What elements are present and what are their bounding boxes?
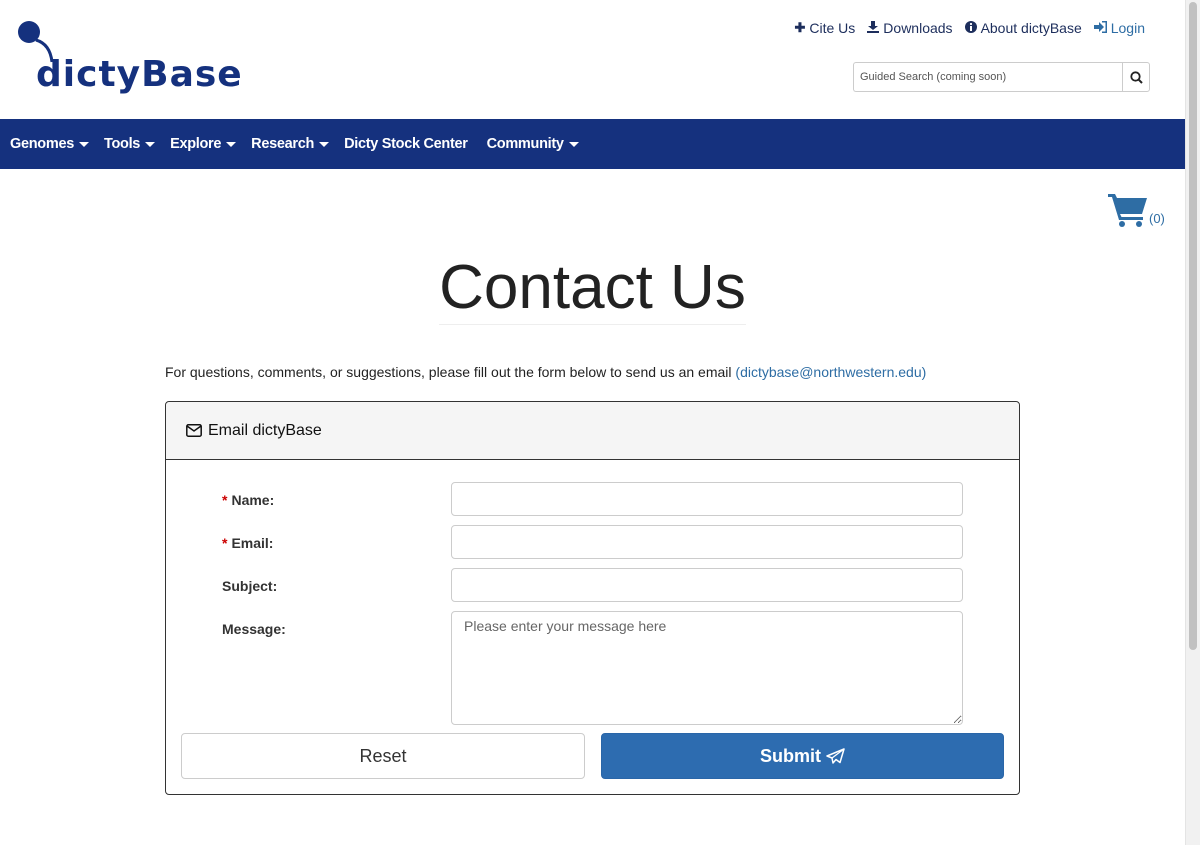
caret-down-icon bbox=[226, 141, 237, 147]
sign-in-icon bbox=[1093, 20, 1107, 36]
email-input[interactable] bbox=[451, 525, 963, 559]
nav-explore[interactable]: Explore bbox=[170, 136, 237, 152]
login-link[interactable]: Login bbox=[1093, 20, 1145, 36]
nav-genomes[interactable]: Genomes bbox=[10, 136, 89, 152]
nav-research[interactable]: Research bbox=[251, 136, 330, 152]
cite-us-label: Cite Us bbox=[809, 20, 856, 36]
downloads-label: Downloads bbox=[883, 20, 953, 36]
nav-dicty-stock-center-label: Dicty Stock Center bbox=[344, 136, 468, 152]
downloads-link[interactable]: Downloads bbox=[867, 20, 953, 36]
email-label-text: Email: bbox=[231, 535, 274, 551]
message-label: Message: bbox=[222, 621, 286, 637]
nav-explore-label: Explore bbox=[170, 136, 222, 152]
caret-down-icon bbox=[78, 141, 89, 147]
about-link[interactable]: About dictyBase bbox=[964, 20, 1082, 36]
info-icon bbox=[964, 20, 977, 36]
caret-down-icon bbox=[145, 141, 156, 147]
submit-label: Submit bbox=[760, 745, 821, 766]
caret-down-icon bbox=[568, 141, 579, 147]
dictybase-logo[interactable]: dictyBase bbox=[16, 18, 246, 98]
reset-button[interactable]: Reset bbox=[181, 733, 585, 779]
subject-label: Subject: bbox=[222, 578, 278, 594]
required-marker: * bbox=[222, 492, 228, 508]
download-icon bbox=[867, 20, 880, 36]
page-scrollbar[interactable] bbox=[1185, 0, 1200, 845]
plus-icon: ✚ bbox=[794, 20, 806, 35]
main-navbar: Genomes Tools Explore Research Dicty Sto… bbox=[0, 119, 1185, 169]
nav-research-label: Research bbox=[251, 136, 315, 152]
about-label: About dictyBase bbox=[980, 20, 1082, 36]
submit-button[interactable]: Submit bbox=[601, 733, 1004, 779]
intro-text: For questions, comments, or suggestions,… bbox=[165, 364, 736, 380]
email-label: * Email: bbox=[222, 535, 273, 551]
search-icon bbox=[1129, 70, 1143, 84]
subject-input[interactable] bbox=[451, 568, 963, 602]
envelope-icon bbox=[186, 424, 202, 437]
login-label: Login bbox=[1110, 20, 1145, 36]
logo-text: dictyBase bbox=[36, 54, 243, 95]
top-links: ✚ Cite Us Downloads About dictyBase Logi… bbox=[794, 20, 1145, 36]
nav-community-label: Community bbox=[486, 136, 564, 152]
paper-plane-icon bbox=[826, 747, 845, 764]
name-input[interactable] bbox=[451, 482, 963, 516]
shopping-cart[interactable]: (0) bbox=[1108, 192, 1165, 228]
intro-paragraph: For questions, comments, or suggestions,… bbox=[165, 364, 926, 380]
nav-dicty-stock-center[interactable]: Dicty Stock Center bbox=[344, 136, 468, 152]
name-label-text: Name: bbox=[231, 492, 275, 508]
search-button[interactable] bbox=[1122, 62, 1150, 92]
cart-icon bbox=[1108, 194, 1147, 227]
contact-email-link[interactable]: (dictybase@northwestern.edu) bbox=[735, 364, 926, 380]
email-form-panel: Email dictyBase * Name: * Email: Subject: … bbox=[165, 401, 1020, 795]
panel-header: Email dictyBase bbox=[166, 402, 1019, 460]
nav-tools[interactable]: Tools bbox=[103, 136, 156, 152]
site-header: dictyBase ✚ Cite Us Downloads About dict… bbox=[0, 0, 1185, 119]
reset-label: Reset bbox=[359, 745, 407, 766]
search-input[interactable] bbox=[853, 62, 1122, 92]
page-title: Contact Us bbox=[439, 254, 746, 325]
message-textarea[interactable] bbox=[451, 611, 963, 725]
name-label: * Name: bbox=[222, 492, 274, 508]
scrollbar-thumb[interactable] bbox=[1189, 2, 1197, 650]
guided-search bbox=[853, 62, 1150, 92]
page-title-wrap: Contact Us bbox=[0, 254, 1185, 325]
nav-community[interactable]: Community bbox=[487, 136, 579, 152]
panel-title: Email dictyBase bbox=[208, 421, 322, 439]
nav-tools-label: Tools bbox=[103, 136, 141, 152]
caret-down-icon bbox=[319, 141, 330, 147]
cite-us-link[interactable]: ✚ Cite Us bbox=[794, 20, 855, 36]
required-marker: * bbox=[222, 535, 228, 551]
cart-count: (0) bbox=[1149, 211, 1165, 226]
nav-genomes-label: Genomes bbox=[10, 136, 74, 152]
